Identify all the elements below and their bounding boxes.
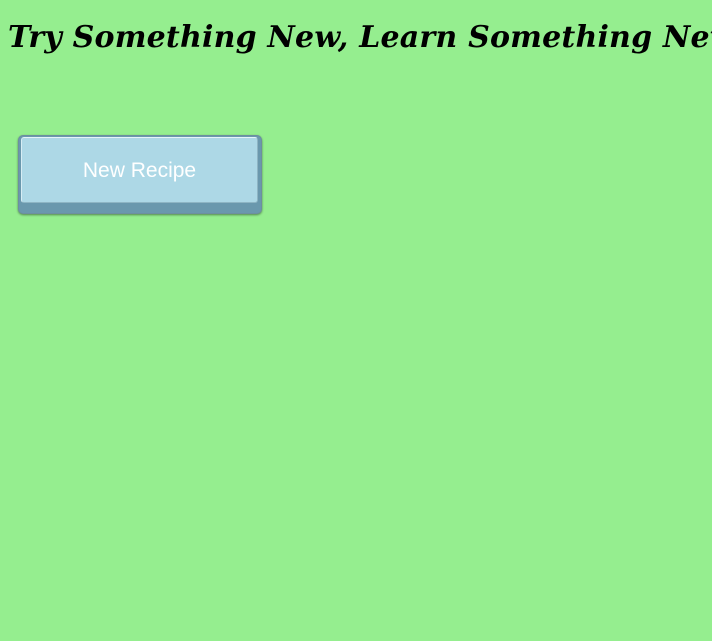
new-recipe-button[interactable]: New Recipe: [18, 135, 262, 214]
page-title: Try Something New, Learn Something New: [8, 20, 712, 55]
new-recipe-button-label: New Recipe: [21, 137, 258, 203]
